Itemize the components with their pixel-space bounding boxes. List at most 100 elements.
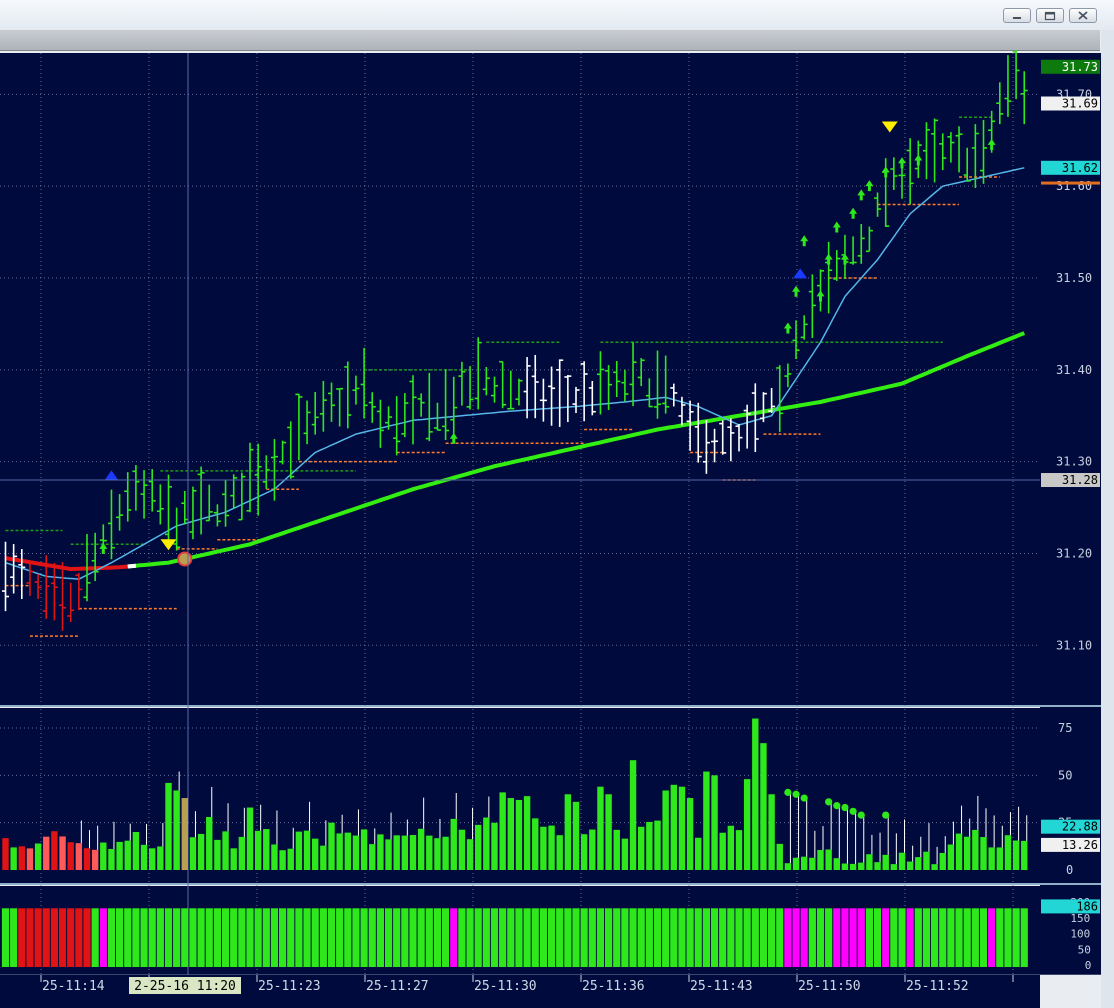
volume-bar bbox=[670, 784, 677, 870]
histogram-bar bbox=[442, 908, 450, 967]
volume-signal-dot bbox=[849, 807, 857, 815]
volume-bar bbox=[629, 760, 637, 870]
volume-marker-text: 22.88 bbox=[1062, 820, 1098, 834]
volume-bar bbox=[26, 848, 34, 870]
time-axis-label: 25-11:52 bbox=[906, 979, 969, 994]
volume-bar bbox=[442, 836, 449, 870]
volume-bar bbox=[132, 831, 140, 870]
time-axis-label: 25-11:43 bbox=[690, 979, 753, 994]
histogram-bar bbox=[238, 908, 246, 967]
histogram-bar bbox=[1, 908, 10, 967]
volume-bar bbox=[149, 848, 156, 870]
histogram-bar bbox=[327, 908, 336, 967]
volume-bar bbox=[874, 862, 881, 870]
histogram-bar bbox=[1012, 908, 1020, 967]
histogram-bar bbox=[702, 908, 710, 967]
histogram-bar bbox=[107, 908, 116, 967]
volume-bar bbox=[157, 846, 164, 870]
histogram-bar bbox=[181, 908, 189, 967]
histogram-bar bbox=[849, 908, 857, 967]
price-panel[interactable] bbox=[0, 53, 1040, 705]
volume-bar bbox=[83, 848, 91, 870]
histogram-bar bbox=[173, 908, 181, 967]
stock-chart[interactable]: 31.1031.2031.3031.4031.5031.6031.7002550… bbox=[0, 50, 1101, 1008]
volume-bar bbox=[336, 833, 343, 870]
histogram-bar bbox=[890, 908, 898, 967]
histogram-bar bbox=[507, 908, 515, 967]
volume-bar bbox=[279, 850, 286, 870]
volume-bar bbox=[116, 841, 123, 870]
volume-bar bbox=[409, 835, 417, 870]
volume-bar bbox=[597, 786, 604, 870]
histogram-bar bbox=[629, 908, 637, 967]
close-icon bbox=[1078, 11, 1088, 20]
histogram-bar bbox=[499, 908, 507, 967]
volume-bar bbox=[287, 848, 294, 870]
volume-bar bbox=[711, 775, 718, 870]
volume-bar bbox=[882, 854, 889, 870]
volume-bar bbox=[458, 829, 466, 870]
histogram-bar bbox=[303, 908, 311, 967]
minimize-button[interactable] bbox=[1003, 8, 1031, 23]
volume-marker-text: 13.26 bbox=[1062, 838, 1098, 852]
volume-bar bbox=[833, 858, 840, 870]
volume-bar bbox=[230, 848, 237, 870]
volume-signal-dot bbox=[833, 802, 841, 810]
histogram-bar bbox=[710, 908, 719, 967]
histogram-bar bbox=[939, 908, 947, 967]
volume-bar bbox=[784, 863, 792, 870]
histogram-bar bbox=[262, 908, 270, 967]
histogram-bar bbox=[393, 908, 401, 967]
histogram-bar bbox=[515, 908, 523, 967]
histogram-bar bbox=[116, 908, 124, 967]
histogram-bar bbox=[637, 908, 645, 967]
histogram-bar bbox=[670, 908, 678, 967]
histogram-bar bbox=[751, 908, 759, 967]
histogram-bar bbox=[83, 908, 91, 967]
histogram-bar bbox=[931, 908, 939, 967]
volume-bar bbox=[589, 829, 596, 870]
volume-bar bbox=[825, 849, 832, 870]
volume-bar bbox=[532, 818, 539, 870]
histogram-bar bbox=[914, 908, 922, 967]
volume-bar bbox=[572, 801, 580, 870]
volume-bar bbox=[369, 844, 376, 870]
volume-bar bbox=[955, 833, 963, 870]
volume-axis-label: 75 bbox=[1058, 721, 1072, 735]
histogram-bar bbox=[613, 908, 621, 967]
volume-bar bbox=[51, 831, 58, 870]
volume-signal-dot bbox=[825, 798, 833, 806]
restore-button[interactable] bbox=[1036, 8, 1064, 23]
volume-signal-dot bbox=[841, 803, 849, 812]
volume-bar bbox=[2, 838, 9, 870]
volume-bar bbox=[140, 844, 148, 870]
volume-bar bbox=[988, 847, 995, 870]
histogram-bar bbox=[433, 908, 442, 967]
volume-bar bbox=[972, 829, 979, 870]
volume-bar bbox=[752, 718, 759, 870]
histogram-bar bbox=[873, 908, 882, 967]
volume-axis-label: 0 bbox=[1066, 863, 1073, 877]
histogram-bar bbox=[727, 908, 735, 967]
histogram-bar bbox=[336, 908, 344, 967]
time-axis-label: 25-11:30 bbox=[474, 979, 537, 994]
price-axis-label: 31.50 bbox=[1056, 271, 1092, 285]
volume-bar bbox=[1021, 840, 1028, 870]
volume-bar bbox=[980, 837, 987, 870]
histogram-bar bbox=[425, 908, 433, 967]
minimize-icon bbox=[1013, 17, 1021, 19]
volume-bar bbox=[621, 838, 629, 870]
volume-bar bbox=[10, 847, 17, 870]
volume-bar bbox=[947, 844, 955, 870]
volume-bar bbox=[507, 798, 514, 870]
histogram-bar bbox=[10, 908, 18, 967]
histogram-bar bbox=[197, 908, 205, 967]
volume-bar bbox=[540, 826, 547, 870]
histogram-bar bbox=[295, 908, 303, 967]
volume-bar bbox=[271, 844, 278, 870]
volume-bar bbox=[735, 830, 743, 870]
histogram-bar bbox=[254, 908, 262, 967]
volume-bar bbox=[222, 831, 229, 870]
close-button[interactable] bbox=[1069, 8, 1097, 23]
volume-signal-dot bbox=[792, 790, 800, 798]
